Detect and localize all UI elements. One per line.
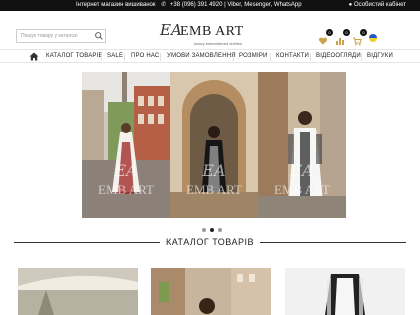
heart-icon bbox=[318, 37, 328, 45]
header: EA EMB ART luxury embroidered clothes 0 … bbox=[0, 11, 420, 49]
account-link[interactable]: ● Особистий кабінет bbox=[349, 0, 406, 11]
cart-button[interactable]: 0 bbox=[352, 29, 367, 46]
product-image bbox=[151, 268, 271, 315]
cart-icon bbox=[353, 37, 362, 46]
search-input[interactable] bbox=[17, 30, 93, 42]
product-card[interactable] bbox=[18, 268, 138, 315]
watermark-brand: EMB ART bbox=[186, 182, 242, 197]
watermark-monogram: EA bbox=[201, 161, 225, 180]
logo-monogram: EA bbox=[160, 21, 182, 39]
search-box bbox=[16, 29, 106, 43]
slider-dots bbox=[202, 228, 222, 232]
product-card[interactable] bbox=[285, 268, 405, 315]
slider-dot[interactable] bbox=[218, 228, 222, 232]
logo-brand: EMB ART bbox=[180, 24, 244, 39]
main-nav: КАТАЛОГ ТОВАРІВ SALE ПРО НАС УМОВИ ЗАМОВ… bbox=[0, 49, 420, 63]
watermark-monogram: EA bbox=[113, 161, 137, 180]
phone-icon: ✆ bbox=[161, 2, 167, 8]
hero-slider[interactable]: EA EMB ART EA EMB ART EA EMB ART bbox=[82, 72, 346, 218]
top-bar-info: Інтернет магазин вишиванок ✆ +38 (096) 3… bbox=[76, 0, 302, 11]
header-icons: 0 0 0 bbox=[318, 29, 378, 47]
slider-dot[interactable] bbox=[202, 228, 206, 232]
nav-catalog[interactable]: КАТАЛОГ ТОВАРІВ bbox=[46, 50, 103, 63]
user-icon: ● bbox=[348, 2, 353, 8]
nav-order-terms[interactable]: УМОВИ ЗАМОВЛЕННЯ bbox=[167, 50, 236, 63]
nav-video-reviews[interactable]: ВІДЕООГЛЯДИ bbox=[316, 50, 361, 63]
watermark-brand: EMB ART bbox=[274, 182, 330, 197]
slider-dot-active[interactable] bbox=[210, 228, 214, 232]
product-image bbox=[285, 268, 405, 315]
product-grid bbox=[0, 268, 420, 315]
catalog-title-wrap: КАТАЛОГ ТОВАРІВ bbox=[14, 236, 406, 248]
home-icon[interactable] bbox=[29, 52, 39, 61]
phone-link[interactable]: +38 (096) 391 4920 | Viber, Mesenger, Wh… bbox=[170, 2, 302, 8]
nav-contacts[interactable]: КОНТАКТИ bbox=[276, 50, 309, 63]
nav-separator bbox=[124, 53, 125, 61]
nav-separator bbox=[270, 53, 271, 61]
account-label: Особистий кабінет bbox=[353, 2, 406, 8]
search-icon[interactable] bbox=[94, 31, 104, 41]
site-logo[interactable]: EA EMB ART luxury embroidered clothes bbox=[160, 21, 260, 51]
wishlist-button[interactable]: 0 bbox=[318, 29, 333, 45]
cart-count: 0 bbox=[360, 29, 367, 36]
catalog-title: КАТАЛОГ ТОВАРІВ bbox=[159, 237, 261, 247]
store-label: Інтернет магазин вишиванок bbox=[76, 2, 156, 8]
hero-image: EA EMB ART EA EMB ART EA EMB ART bbox=[82, 72, 346, 218]
language-flag-icon[interactable] bbox=[369, 34, 377, 42]
top-bar: Інтернет магазин вишиванок ✆ +38 (096) 3… bbox=[0, 0, 420, 11]
nav-separator bbox=[160, 53, 161, 61]
nav-reviews[interactable]: ВІДГУКИ bbox=[367, 50, 393, 63]
compare-icon bbox=[336, 38, 344, 45]
nav-about[interactable]: ПРО НАС bbox=[131, 50, 159, 63]
catalog-section-header: КАТАЛОГ ТОВАРІВ bbox=[14, 236, 406, 248]
nav-sizes[interactable]: РОЗМІРИ bbox=[239, 50, 268, 63]
nav-sale[interactable]: SALE bbox=[107, 50, 123, 63]
watermark-monogram: EA bbox=[289, 161, 313, 180]
nav-separator bbox=[361, 53, 362, 61]
watermark-brand: EMB ART bbox=[98, 182, 154, 197]
compare-button[interactable]: 0 bbox=[335, 29, 350, 45]
wishlist-count: 0 bbox=[326, 29, 333, 36]
product-image bbox=[18, 268, 138, 315]
nav-separator bbox=[101, 53, 102, 61]
nav-separator bbox=[233, 53, 234, 61]
logo-tagline: luxury embroidered clothes bbox=[194, 41, 243, 46]
compare-count: 0 bbox=[343, 29, 350, 36]
nav-separator bbox=[310, 53, 311, 61]
product-card[interactable] bbox=[151, 268, 271, 315]
